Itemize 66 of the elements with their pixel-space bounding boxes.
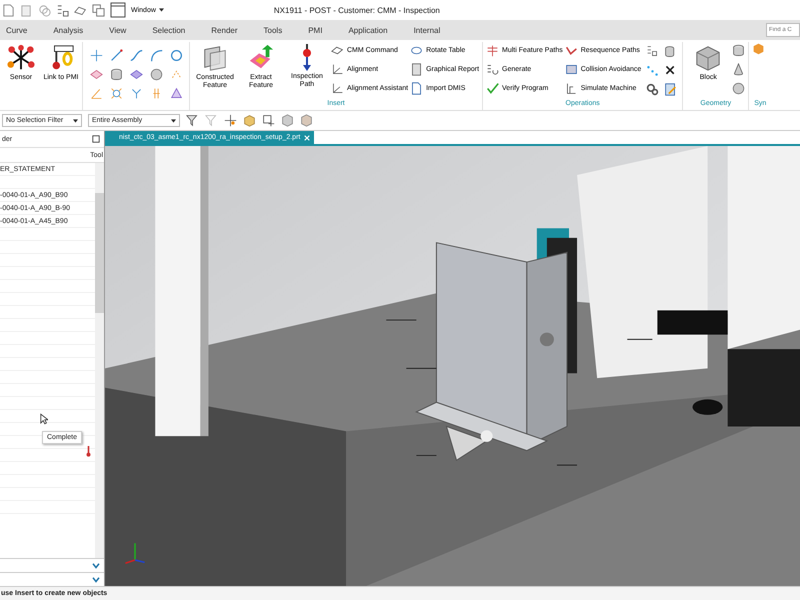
cube-icon[interactable]: [300, 114, 313, 127]
plane-icon[interactable]: [130, 68, 142, 81]
menu-tab[interactable]: Render: [211, 22, 238, 38]
menu-tab[interactable]: Analysis: [53, 22, 84, 38]
probe-arrow-icon: [302, 44, 312, 71]
circle-icon[interactable]: [170, 49, 182, 62]
window-title: NX1911 - POST - Customer: CMM - Inspection: [274, 6, 440, 14]
sphere-icon[interactable]: [732, 82, 746, 95]
thermometer-icon: [86, 446, 91, 457]
document-icon[interactable]: [2, 4, 15, 16]
menu-tab[interactable]: PMI: [308, 22, 322, 38]
filter-icon[interactable]: [186, 114, 199, 127]
axes-icon: [331, 82, 344, 95]
path-icon: [486, 44, 500, 57]
edit-document-icon[interactable]: [664, 83, 677, 96]
gears-icon[interactable]: [646, 83, 659, 96]
line-icon[interactable]: [110, 49, 122, 62]
cube-icon[interactable]: [281, 114, 294, 127]
list-icon[interactable]: [56, 4, 69, 16]
diamond-icon[interactable]: [90, 68, 102, 81]
menu-tab[interactable]: Curve: [6, 22, 28, 38]
menu-tab[interactable]: Internal: [414, 22, 440, 38]
box-icon[interactable]: [752, 42, 766, 55]
scrollbar-thumb[interactable]: [95, 193, 104, 313]
collision-icon: [564, 63, 578, 76]
dots-icon[interactable]: [646, 64, 659, 77]
box-icon[interactable]: [243, 114, 256, 127]
caret-icon: [171, 118, 176, 122]
delete-icon[interactable]: [664, 64, 677, 77]
branch-icon[interactable]: [130, 87, 142, 100]
sphere-icon[interactable]: [150, 68, 162, 81]
menu-tab[interactable]: Selection: [152, 22, 186, 38]
caret-icon: [73, 118, 78, 122]
generate-icon: [486, 63, 500, 76]
copy-icon[interactable]: [38, 4, 51, 16]
paste-icon[interactable]: [20, 4, 33, 16]
caret-icon: [158, 8, 164, 12]
cube-icon: [694, 44, 722, 72]
snap-icon[interactable]: [224, 114, 237, 127]
cylinder-icon[interactable]: [110, 68, 122, 81]
node-icon[interactable]: [110, 87, 122, 100]
windows-icon[interactable]: [92, 4, 105, 16]
list-icon[interactable]: [646, 45, 659, 58]
mouse-cursor-icon: [40, 413, 48, 425]
window-icon[interactable]: [110, 2, 126, 18]
cone-icon[interactable]: [170, 87, 182, 100]
menu-tab[interactable]: Application: [348, 22, 388, 38]
cone-icon[interactable]: [732, 63, 746, 76]
axis-triad-icon: [123, 540, 147, 564]
menu-tab[interactable]: Tools: [264, 22, 282, 38]
resequence-icon: [564, 44, 578, 57]
maximize-icon[interactable]: [92, 135, 100, 143]
rotate-icon: [410, 44, 424, 57]
machine-icon: [564, 82, 578, 95]
cylinder-icon[interactable]: [732, 44, 746, 57]
axes-icon: [331, 63, 344, 76]
menu-tab[interactable]: View: [109, 22, 126, 38]
check-icon: [486, 82, 500, 95]
arc-icon[interactable]: [150, 49, 162, 62]
angle-icon[interactable]: [90, 87, 102, 100]
sensor-icon: [7, 44, 35, 72]
report-icon: [410, 63, 424, 76]
file-icon: [410, 82, 424, 95]
database-icon[interactable]: [664, 45, 677, 58]
close-icon[interactable]: [304, 134, 310, 140]
curve-icon[interactable]: [130, 49, 142, 62]
